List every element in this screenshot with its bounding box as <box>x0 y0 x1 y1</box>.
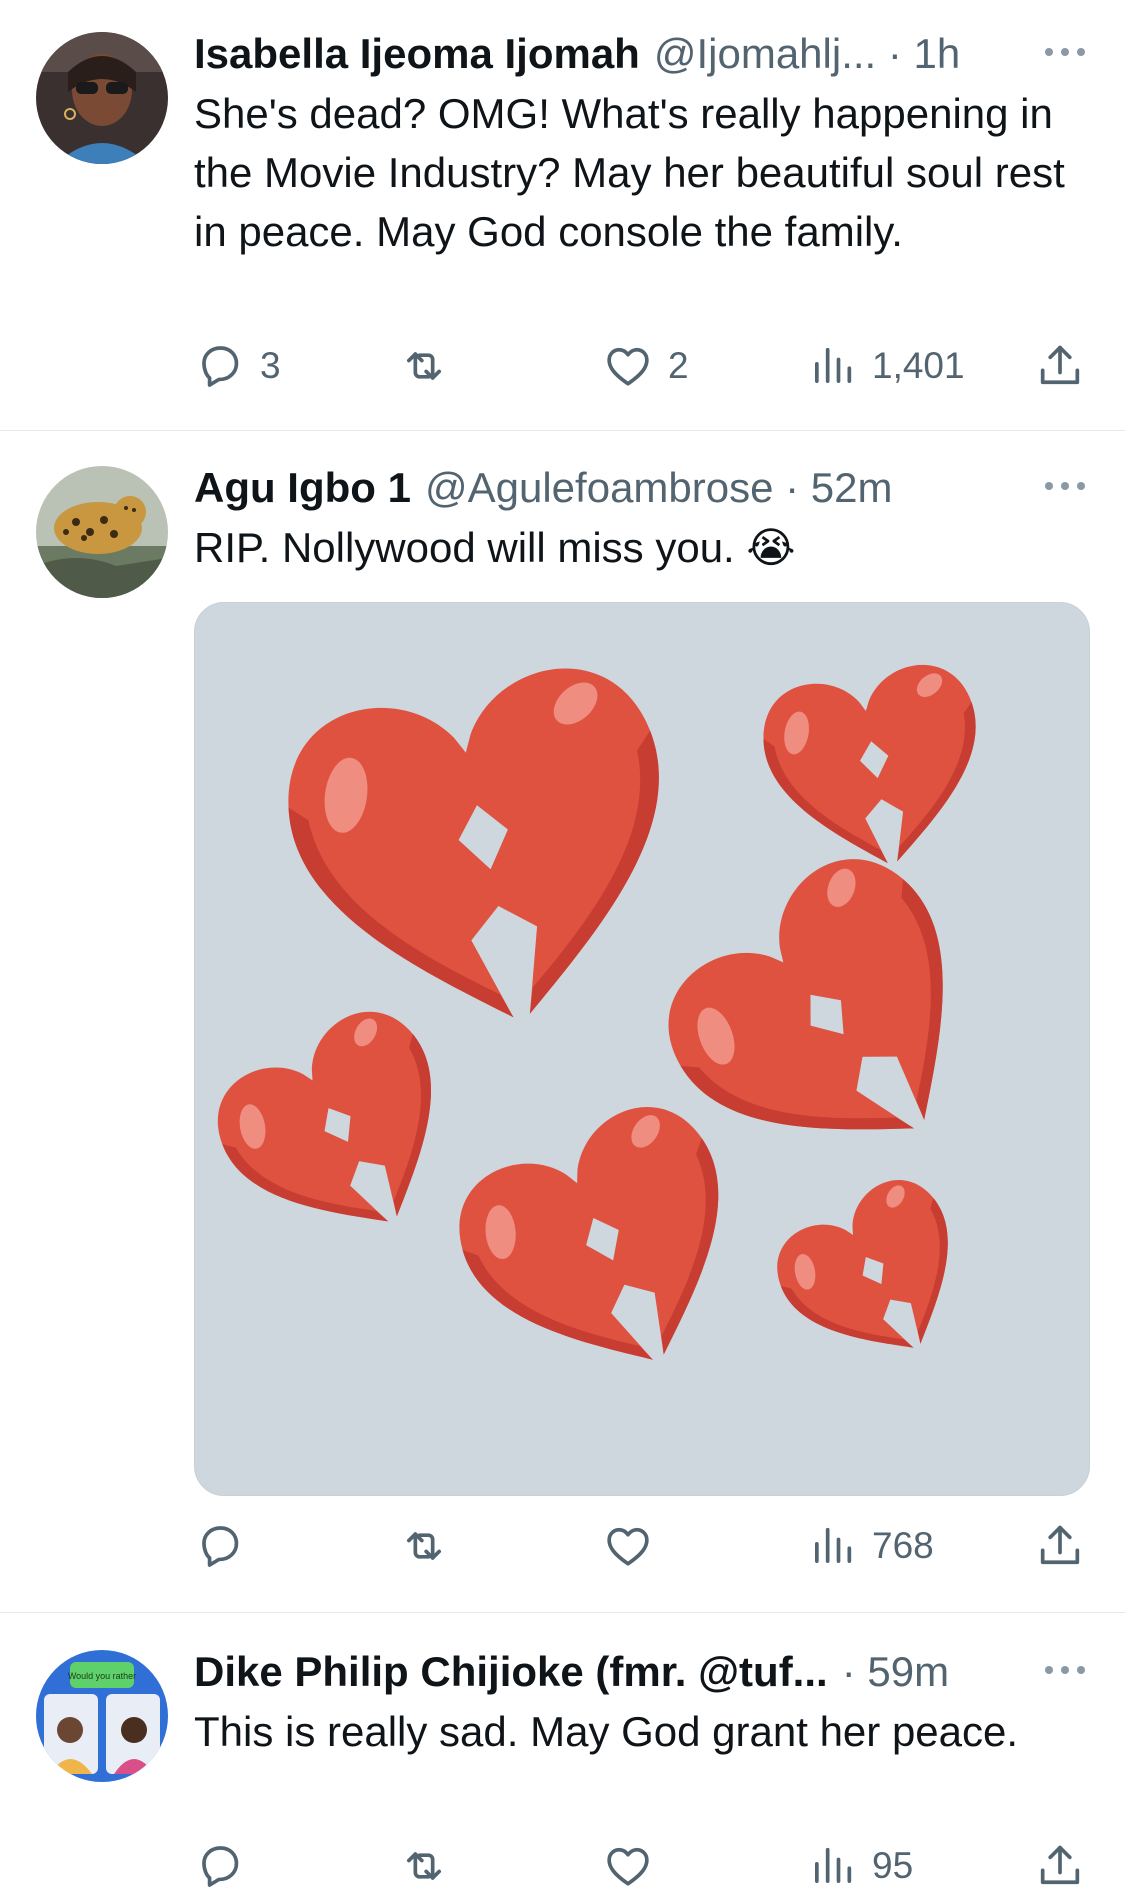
views-button[interactable]: 95 <box>806 1838 913 1894</box>
views-count: 1,401 <box>872 345 965 386</box>
handle-time[interactable]: @Ijomahlj... · 1h <box>654 26 960 82</box>
retweet-button[interactable] <box>398 1518 450 1574</box>
share-button[interactable] <box>1034 1518 1086 1574</box>
like-icon <box>602 1840 654 1892</box>
reply-icon <box>194 1520 246 1572</box>
divider <box>0 1612 1125 1613</box>
more-icon[interactable] <box>1043 1664 1087 1676</box>
reply-button[interactable] <box>194 1838 246 1894</box>
broken-heart-icon <box>760 1164 994 1391</box>
share-icon <box>1034 340 1086 392</box>
display-name[interactable]: Isabella Ijeoma Ijomah <box>194 26 640 82</box>
like-button[interactable] <box>602 1838 654 1894</box>
reply-icon <box>194 340 246 392</box>
tweet-text: RIP. Nollywood will miss you. 😭 <box>194 524 796 571</box>
retweet-button[interactable] <box>398 1838 450 1894</box>
reply-count: 3 <box>260 345 281 386</box>
views-icon <box>806 340 858 392</box>
display-name[interactable]: Agu Igbo 1 <box>194 460 411 516</box>
broken-heart-icon <box>270 651 705 1055</box>
views-button[interactable]: 1,401 <box>806 338 965 394</box>
broken-heart-icon <box>754 656 998 881</box>
reply-button[interactable] <box>194 1518 246 1574</box>
avatar[interactable]: Would you rather <box>36 1650 168 1782</box>
handle-time[interactable]: · 59m <box>842 1644 949 1700</box>
action-bar: 3 2 1,401 <box>194 338 1094 394</box>
more-icon[interactable] <box>1043 480 1087 492</box>
handle-time[interactable]: @Agulefoambrose · 52m <box>425 460 893 516</box>
share-icon <box>1034 1520 1086 1572</box>
views-count: 768 <box>872 1525 934 1566</box>
views-button[interactable]: 768 <box>806 1518 934 1574</box>
avatar-caption: Would you rather <box>68 1671 136 1681</box>
broken-heart-icon <box>437 1085 780 1414</box>
tweet-header: Dike Philip Chijioke (fmr. @tuf... · 59m <box>194 1644 1085 1700</box>
share-icon <box>1034 1840 1086 1892</box>
like-button[interactable] <box>602 1518 654 1574</box>
broken-heart-icon <box>197 992 489 1275</box>
tweet-text: This is really sad. May God grant her pe… <box>194 1708 1019 1755</box>
retweet-icon <box>398 340 450 392</box>
like-count: 2 <box>668 345 689 386</box>
retweet-icon <box>398 1840 450 1892</box>
display-name[interactable]: Dike Philip Chijioke (fmr. @tuf... <box>194 1644 828 1700</box>
tweet-media-image[interactable] <box>194 602 1090 1496</box>
more-icon[interactable] <box>1043 46 1087 58</box>
retweet-button[interactable] <box>398 338 450 394</box>
action-bar: 768 <box>194 1518 1094 1574</box>
like-icon <box>602 340 654 392</box>
avatar[interactable] <box>36 32 168 164</box>
share-button[interactable] <box>1034 338 1086 394</box>
reply-icon <box>194 1840 246 1892</box>
tweet-text: She's dead? OMG! What's really happening… <box>194 90 1065 255</box>
like-button[interactable]: 2 <box>602 338 689 394</box>
retweet-icon <box>398 1520 450 1572</box>
views-icon <box>806 1520 858 1572</box>
tweet-header: Isabella Ijeoma Ijomah @Ijomahlj... · 1h <box>194 26 1085 82</box>
like-icon <box>602 1520 654 1572</box>
avatar[interactable] <box>36 466 168 598</box>
divider <box>0 430 1125 431</box>
views-count: 95 <box>872 1845 914 1886</box>
share-button[interactable] <box>1034 1838 1086 1894</box>
views-icon <box>806 1840 858 1892</box>
tweet-header: Agu Igbo 1 @Agulefoambrose · 52m <box>194 460 1085 516</box>
action-bar: 95 <box>194 1838 1094 1894</box>
reply-button[interactable]: 3 <box>194 338 281 394</box>
